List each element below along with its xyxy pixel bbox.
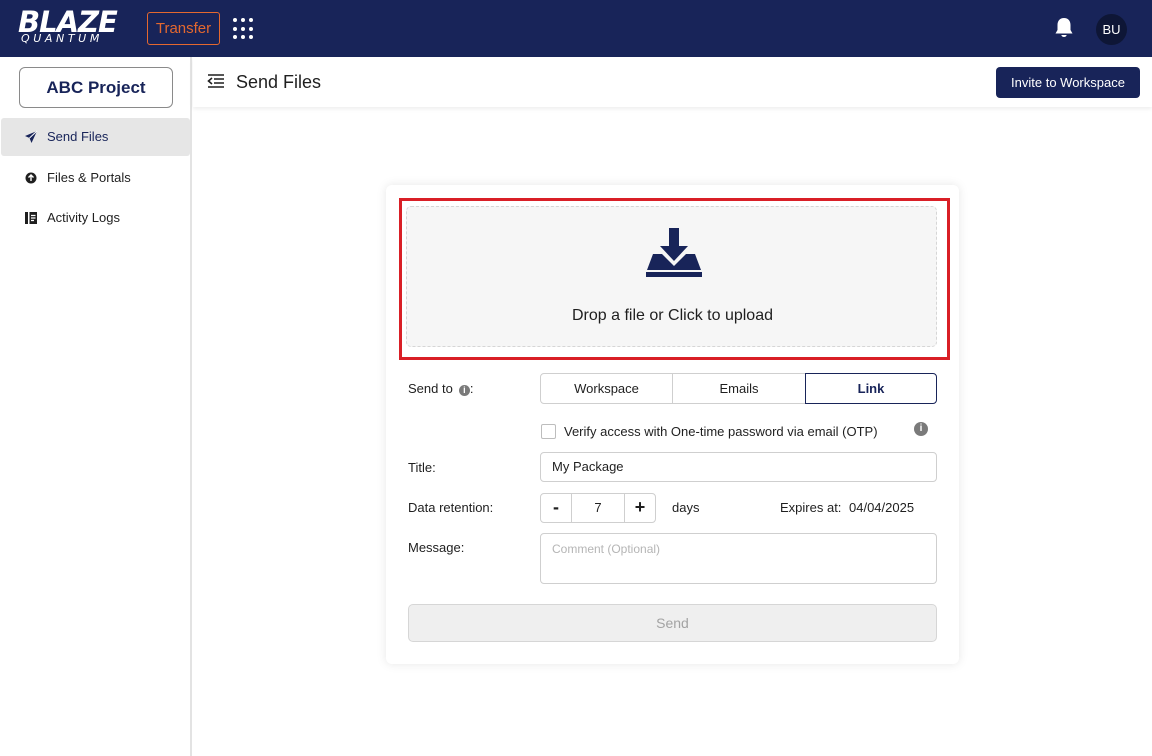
product-switcher-transfer[interactable]: Transfer <box>147 12 220 45</box>
message-textarea[interactable]: Comment (Optional) <box>540 533 937 584</box>
logo-sub-text: QUANTUM <box>21 32 103 45</box>
send-to-segmented-control: Workspace Emails Link <box>540 373 937 404</box>
expires-at-value: 04/04/2025 <box>849 500 915 515</box>
sidebar: ABC Project Send Files Files & Portals A… <box>0 57 192 756</box>
send-to-workspace-option[interactable]: Workspace <box>540 373 673 404</box>
activity-log-icon <box>24 211 38 225</box>
invite-to-workspace-button[interactable]: Invite to Workspace <box>996 67 1140 98</box>
download-tray-icon <box>643 226 705 280</box>
file-dropzone[interactable]: Drop a file or Click to upload <box>406 206 937 347</box>
title-label: Title: <box>408 460 436 475</box>
retention-value[interactable]: 7 <box>572 494 624 522</box>
top-bar: BLAZE QUANTUM Transfer BU <box>0 0 1152 57</box>
send-to-label-colon: : <box>469 381 474 396</box>
otp-checkbox[interactable] <box>541 424 556 439</box>
retention-unit-label: days <box>672 500 700 515</box>
files-portals-icon <box>24 171 38 185</box>
notification-bell-icon[interactable] <box>1053 16 1075 40</box>
retention-increment-button[interactable]: + <box>624 494 655 522</box>
send-to-label-text: Send to <box>408 381 453 396</box>
retention-stepper: - 7 + <box>540 493 656 523</box>
message-label: Message: <box>408 540 465 555</box>
otp-label: Verify access with One-time password via… <box>564 424 878 439</box>
retention-decrement-button[interactable]: - <box>541 494 572 522</box>
send-to-emails-option[interactable]: Emails <box>672 373 806 404</box>
sidebar-item-label: Send Files <box>47 129 109 144</box>
page-header: Send Files Invite to Workspace <box>193 57 1152 107</box>
sidebar-item-activity-logs[interactable]: Activity Logs <box>1 199 190 237</box>
info-icon[interactable]: i <box>458 385 470 396</box>
send-to-label: Send to i: <box>408 381 473 397</box>
dropzone-prompt: Drop a file or Click to upload <box>572 307 773 324</box>
collapse-menu-icon[interactable] <box>207 73 225 89</box>
data-retention-label: Data retention: <box>408 500 494 515</box>
send-to-link-option[interactable]: Link <box>805 373 937 404</box>
expires-at-label: Expires at: <box>780 500 842 515</box>
send-files-card: Drop a file or Click to upload Send to i:… <box>386 185 959 664</box>
page-title: Send Files <box>236 72 322 92</box>
otp-info-icon[interactable]: i <box>914 422 928 436</box>
sidebar-item-send-files[interactable]: Send Files <box>1 118 190 156</box>
sidebar-item-label: Activity Logs <box>47 210 120 225</box>
project-selector-button[interactable]: ABC Project <box>19 67 173 108</box>
user-avatar[interactable]: BU <box>1096 14 1127 45</box>
send-button[interactable]: Send <box>408 604 937 642</box>
sidebar-item-label: Files & Portals <box>47 170 131 185</box>
apps-grid-icon[interactable] <box>233 18 255 40</box>
send-icon <box>24 130 38 144</box>
sidebar-item-files-portals[interactable]: Files & Portals <box>1 159 190 197</box>
blaze-quantum-logo[interactable]: BLAZE QUANTUM <box>18 6 130 48</box>
title-input[interactable]: My Package <box>540 452 937 482</box>
